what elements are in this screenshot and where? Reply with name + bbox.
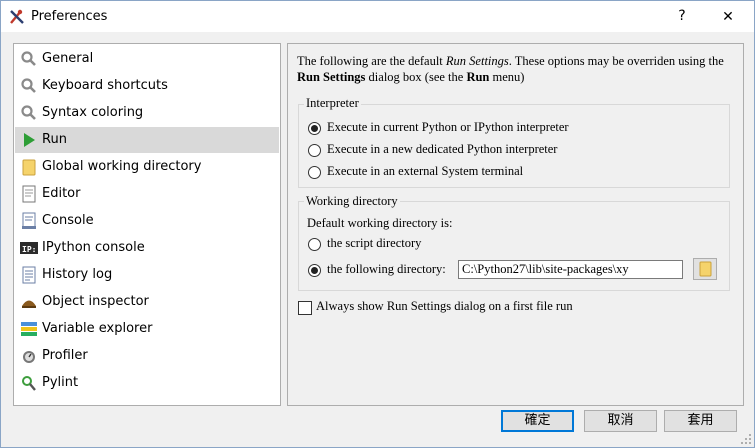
sidebar-item-label: Run bbox=[42, 132, 67, 147]
sidebar-item-label: Variable explorer bbox=[42, 321, 153, 336]
radio-label: Execute in a new dedicated Python interp… bbox=[327, 142, 558, 156]
spyder-app-icon bbox=[10, 9, 24, 24]
preferences-sidebar: General Keyboard shortcuts Syntax colori… bbox=[13, 43, 281, 406]
svg-text:IP:: IP: bbox=[22, 245, 36, 254]
sidebar-item-label: Console bbox=[42, 213, 94, 228]
pylint-icon bbox=[22, 376, 36, 391]
sidebar-item-object-inspector[interactable]: Object inspector bbox=[15, 289, 279, 315]
sidebar-item-variable-explorer[interactable]: Variable explorer bbox=[15, 316, 279, 342]
sidebar-item-label: Syntax coloring bbox=[42, 105, 144, 120]
sidebar-item-label: Keyboard shortcuts bbox=[42, 78, 168, 93]
radio-indicator bbox=[308, 144, 321, 157]
sidebar-item-label: General bbox=[42, 51, 94, 66]
working-directory-path-input[interactable]: C:\Python27\lib\site-packages\xy bbox=[458, 260, 683, 279]
radio-label: the script directory bbox=[327, 236, 422, 250]
sidebar-item-editor[interactable]: Editor bbox=[15, 181, 279, 207]
sidebar-item-label: Pylint bbox=[42, 375, 79, 390]
sidebar-item-keyboard-shortcuts[interactable]: Keyboard shortcuts bbox=[15, 73, 279, 99]
run-arrow-icon bbox=[24, 133, 35, 147]
wrench-icon bbox=[21, 105, 36, 120]
window-title: Preferences bbox=[31, 9, 108, 24]
interpreter-group-title: Interpreter bbox=[304, 96, 361, 111]
always-show-run-settings-checkbox[interactable] bbox=[298, 301, 312, 315]
sidebar-item-label: Global working directory bbox=[42, 159, 202, 174]
sidebar-item-run[interactable]: Run bbox=[15, 127, 279, 153]
sidebar-item-label: Object inspector bbox=[42, 294, 149, 309]
apply-button[interactable]: 套用 bbox=[664, 410, 737, 432]
sidebar-item-label: Editor bbox=[42, 186, 81, 201]
sidebar-item-ipython-console[interactable]: IP: IPython console bbox=[15, 235, 279, 261]
run-settings-description: The following are the default Run Settin… bbox=[297, 54, 724, 84]
sidebar-item-label: History log bbox=[42, 267, 113, 282]
profiler-icon bbox=[23, 351, 35, 363]
sidebar-item-syntax-coloring[interactable]: Syntax coloring bbox=[15, 100, 279, 126]
sidebar-item-console[interactable]: Console bbox=[15, 208, 279, 234]
wrench-icon bbox=[21, 78, 36, 93]
help-button[interactable]: ? bbox=[659, 1, 705, 32]
ok-button[interactable]: 確定 bbox=[501, 410, 574, 432]
radio-label: Execute in an external System terminal bbox=[327, 164, 524, 178]
preferences-window: Preferences ? ✕ General Keyboard shortcu… bbox=[0, 0, 755, 448]
history-icon bbox=[22, 266, 36, 284]
always-show-run-settings-label: Always show Run Settings dialog on a fir… bbox=[316, 299, 573, 313]
sidebar-item-general[interactable]: General bbox=[15, 46, 279, 72]
sidebar-item-profiler[interactable]: Profiler bbox=[15, 343, 279, 369]
run-settings-panel: The following are the default Run Settin… bbox=[287, 43, 744, 406]
radio-indicator bbox=[308, 166, 321, 179]
radio-indicator bbox=[308, 122, 321, 135]
folder-icon bbox=[22, 159, 36, 176]
default-working-directory-label: Default working directory is: bbox=[307, 216, 453, 230]
cancel-button[interactable]: 取消 bbox=[584, 410, 657, 432]
sidebar-item-pylint[interactable]: Pylint bbox=[15, 370, 279, 396]
wrench-icon bbox=[21, 51, 36, 66]
radio-label: Execute in current Python or IPython int… bbox=[327, 120, 569, 134]
resize-grip-icon[interactable] bbox=[741, 434, 752, 445]
radio-indicator bbox=[308, 238, 321, 251]
folder-icon bbox=[699, 261, 712, 277]
radio-label: the following directory: bbox=[327, 262, 446, 276]
editor-icon bbox=[22, 185, 36, 203]
working-directory-group-title: Working directory bbox=[304, 194, 400, 209]
sidebar-item-global-working-directory[interactable]: Global working directory bbox=[15, 154, 279, 180]
browse-directory-button[interactable] bbox=[693, 258, 717, 280]
inspector-icon bbox=[22, 300, 36, 308]
sidebar-item-history-log[interactable]: History log bbox=[15, 262, 279, 288]
radio-indicator bbox=[308, 264, 321, 277]
variable-explorer-icon bbox=[21, 322, 37, 336]
console-icon bbox=[22, 212, 36, 229]
title-bar: Preferences ? ✕ bbox=[1, 1, 754, 32]
ipython-icon: IP: bbox=[20, 242, 38, 254]
close-button[interactable]: ✕ bbox=[705, 1, 751, 32]
sidebar-item-label: Profiler bbox=[42, 348, 88, 363]
sidebar-item-label: IPython console bbox=[42, 240, 145, 255]
